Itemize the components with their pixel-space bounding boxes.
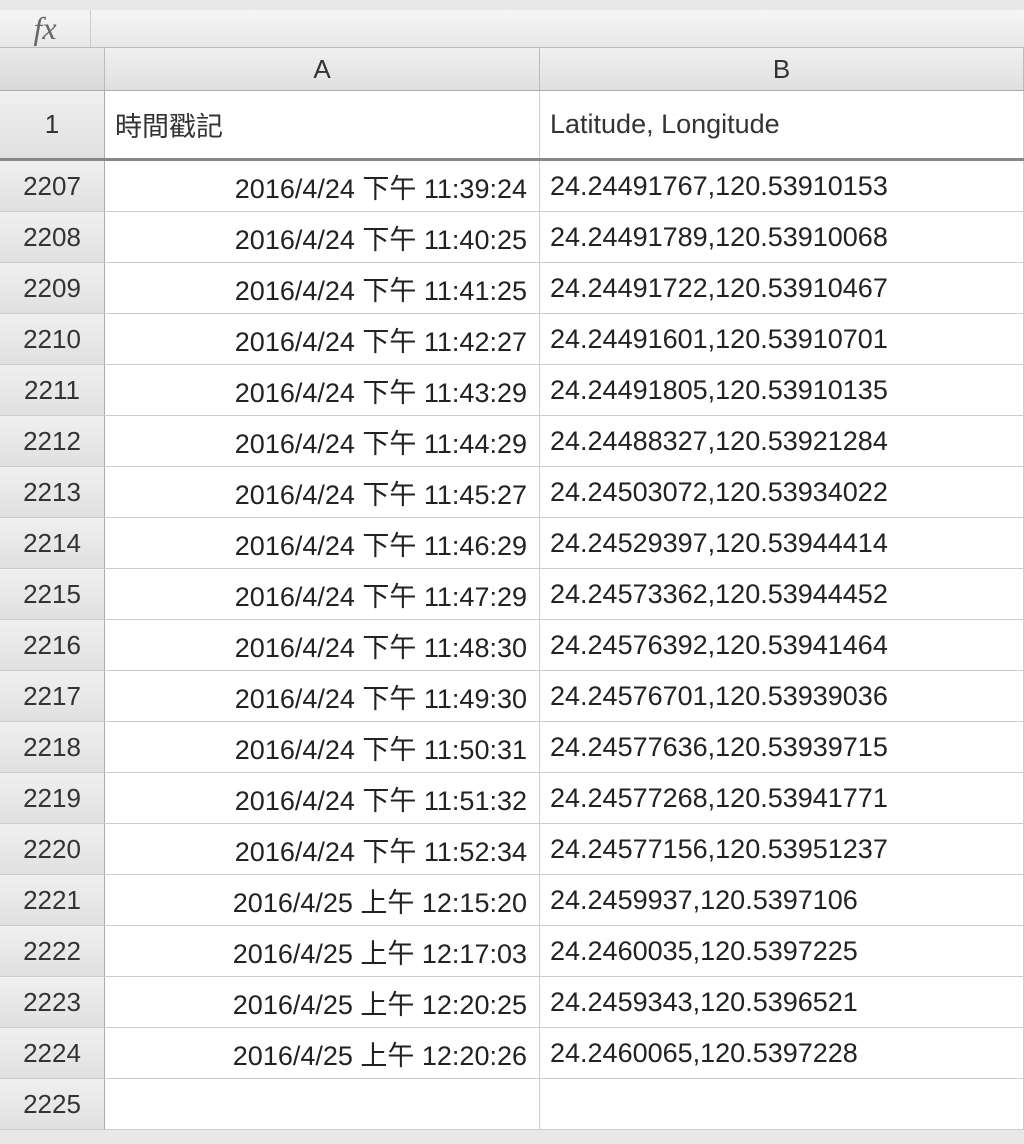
- cell-a1[interactable]: 時間戳記: [105, 91, 540, 158]
- row-header-2207[interactable]: 2207: [0, 161, 105, 211]
- table-row: 22162016/4/24 下午 11:48:3024.24576392,120…: [0, 620, 1024, 671]
- cell-b-2224[interactable]: 24.2460065,120.5397228: [540, 1028, 1024, 1078]
- table-row: 22132016/4/24 下午 11:45:2724.24503072,120…: [0, 467, 1024, 518]
- column-header-b[interactable]: B: [540, 48, 1024, 90]
- table-row: 22192016/4/24 下午 11:51:3224.24577268,120…: [0, 773, 1024, 824]
- formula-input[interactable]: [90, 10, 1024, 47]
- table-row: 22082016/4/24 下午 11:40:2524.24491789,120…: [0, 212, 1024, 263]
- cell-a-2223[interactable]: 2016/4/25 上午 12:20:25: [105, 977, 540, 1027]
- row-header-2214[interactable]: 2214: [0, 518, 105, 568]
- table-row: 22072016/4/24 下午 11:39:2424.24491767,120…: [0, 161, 1024, 212]
- cell-a-2221[interactable]: 2016/4/25 上午 12:15:20: [105, 875, 540, 925]
- cell-a-2215[interactable]: 2016/4/24 下午 11:47:29: [105, 569, 540, 619]
- table-row: 22092016/4/24 下午 11:41:2524.24491722,120…: [0, 263, 1024, 314]
- cell-b-2208[interactable]: 24.24491789,120.53910068: [540, 212, 1024, 262]
- row-header-2220[interactable]: 2220: [0, 824, 105, 874]
- cell-b-2212[interactable]: 24.24488327,120.53921284: [540, 416, 1024, 466]
- cell-b-2222[interactable]: 24.2460035,120.5397225: [540, 926, 1024, 976]
- row-header-2222[interactable]: 2222: [0, 926, 105, 976]
- cell-b-2219[interactable]: 24.24577268,120.53941771: [540, 773, 1024, 823]
- cell-b-2220[interactable]: 24.24577156,120.53951237: [540, 824, 1024, 874]
- row-header-2211[interactable]: 2211: [0, 365, 105, 415]
- cell-b-2211[interactable]: 24.24491805,120.53910135: [540, 365, 1024, 415]
- cell-b-2213[interactable]: 24.24503072,120.53934022: [540, 467, 1024, 517]
- cell-b-2218[interactable]: 24.24577636,120.53939715: [540, 722, 1024, 772]
- table-row: 22202016/4/24 下午 11:52:3424.24577156,120…: [0, 824, 1024, 875]
- cell-b-2216[interactable]: 24.24576392,120.53941464: [540, 620, 1024, 670]
- fx-icon[interactable]: fx: [0, 10, 90, 47]
- cell-a-2210[interactable]: 2016/4/24 下午 11:42:27: [105, 314, 540, 364]
- table-row: 22142016/4/24 下午 11:46:2924.24529397,120…: [0, 518, 1024, 569]
- cell-a-2217[interactable]: 2016/4/24 下午 11:49:30: [105, 671, 540, 721]
- data-rows-container: 22072016/4/24 下午 11:39:2424.24491767,120…: [0, 161, 1024, 1130]
- cell-a-2219[interactable]: 2016/4/24 下午 11:51:32: [105, 773, 540, 823]
- column-headers-row: A B: [0, 48, 1024, 91]
- table-row: 22212016/4/25 上午 12:15:2024.2459937,120.…: [0, 875, 1024, 926]
- cell-b-2210[interactable]: 24.24491601,120.53910701: [540, 314, 1024, 364]
- row-header-2218[interactable]: 2218: [0, 722, 105, 772]
- cell-a-2216[interactable]: 2016/4/24 下午 11:48:30: [105, 620, 540, 670]
- row-header-2212[interactable]: 2212: [0, 416, 105, 466]
- cell-b-2223[interactable]: 24.2459343,120.5396521: [540, 977, 1024, 1027]
- cell-a-2224[interactable]: 2016/4/25 上午 12:20:26: [105, 1028, 540, 1078]
- table-row: 22152016/4/24 下午 11:47:2924.24573362,120…: [0, 569, 1024, 620]
- table-row: 22102016/4/24 下午 11:42:2724.24491601,120…: [0, 314, 1024, 365]
- table-row: 22172016/4/24 下午 11:49:3024.24576701,120…: [0, 671, 1024, 722]
- cell-a-2207[interactable]: 2016/4/24 下午 11:39:24: [105, 161, 540, 211]
- table-row: 22242016/4/25 上午 12:20:2624.2460065,120.…: [0, 1028, 1024, 1079]
- cell-a-2211[interactable]: 2016/4/24 下午 11:43:29: [105, 365, 540, 415]
- row-header-2216[interactable]: 2216: [0, 620, 105, 670]
- select-all-corner[interactable]: [0, 48, 105, 90]
- cell-a-2222[interactable]: 2016/4/25 上午 12:17:03: [105, 926, 540, 976]
- cell-a-2218[interactable]: 2016/4/24 下午 11:50:31: [105, 722, 540, 772]
- row-header-2215[interactable]: 2215: [0, 569, 105, 619]
- row-header-2224[interactable]: 2224: [0, 1028, 105, 1078]
- spreadsheet-grid: A B 1 時間戳記 Latitude, Longitude 22072016/…: [0, 48, 1024, 1130]
- table-row: 22232016/4/25 上午 12:20:2524.2459343,120.…: [0, 977, 1024, 1028]
- table-row: 22222016/4/25 上午 12:17:0324.2460035,120.…: [0, 926, 1024, 977]
- row-header-2208[interactable]: 2208: [0, 212, 105, 262]
- table-row: 22122016/4/24 下午 11:44:2924.24488327,120…: [0, 416, 1024, 467]
- fx-symbol: fx: [33, 10, 56, 47]
- cell-b-2225[interactable]: [540, 1079, 1024, 1129]
- row-header-2217[interactable]: 2217: [0, 671, 105, 721]
- cell-b-2214[interactable]: 24.24529397,120.53944414: [540, 518, 1024, 568]
- row-header-2219[interactable]: 2219: [0, 773, 105, 823]
- row-header-1[interactable]: 1: [0, 91, 105, 158]
- cell-b-2221[interactable]: 24.2459937,120.5397106: [540, 875, 1024, 925]
- row-header-2221[interactable]: 2221: [0, 875, 105, 925]
- cell-a-2212[interactable]: 2016/4/24 下午 11:44:29: [105, 416, 540, 466]
- row-header-2213[interactable]: 2213: [0, 467, 105, 517]
- cell-a-2225[interactable]: [105, 1079, 540, 1129]
- cell-a-2220[interactable]: 2016/4/24 下午 11:52:34: [105, 824, 540, 874]
- row-header-2210[interactable]: 2210: [0, 314, 105, 364]
- column-header-a[interactable]: A: [105, 48, 540, 90]
- row-header-2209[interactable]: 2209: [0, 263, 105, 313]
- cell-b1[interactable]: Latitude, Longitude: [540, 91, 1024, 158]
- cell-b-2207[interactable]: 24.24491767,120.53910153: [540, 161, 1024, 211]
- cell-b-2217[interactable]: 24.24576701,120.53939036: [540, 671, 1024, 721]
- cell-a-2213[interactable]: 2016/4/24 下午 11:45:27: [105, 467, 540, 517]
- formula-bar: fx: [0, 0, 1024, 48]
- row-header-2225[interactable]: 2225: [0, 1079, 105, 1129]
- table-row: 2225: [0, 1079, 1024, 1130]
- table-row: 22112016/4/24 下午 11:43:2924.24491805,120…: [0, 365, 1024, 416]
- cell-b-2215[interactable]: 24.24573362,120.53944452: [540, 569, 1024, 619]
- cell-a-2214[interactable]: 2016/4/24 下午 11:46:29: [105, 518, 540, 568]
- table-row: 22182016/4/24 下午 11:50:3124.24577636,120…: [0, 722, 1024, 773]
- header-freeze-row: 1 時間戳記 Latitude, Longitude: [0, 91, 1024, 161]
- row-header-2223[interactable]: 2223: [0, 977, 105, 1027]
- cell-a-2208[interactable]: 2016/4/24 下午 11:40:25: [105, 212, 540, 262]
- cell-b-2209[interactable]: 24.24491722,120.53910467: [540, 263, 1024, 313]
- cell-a-2209[interactable]: 2016/4/24 下午 11:41:25: [105, 263, 540, 313]
